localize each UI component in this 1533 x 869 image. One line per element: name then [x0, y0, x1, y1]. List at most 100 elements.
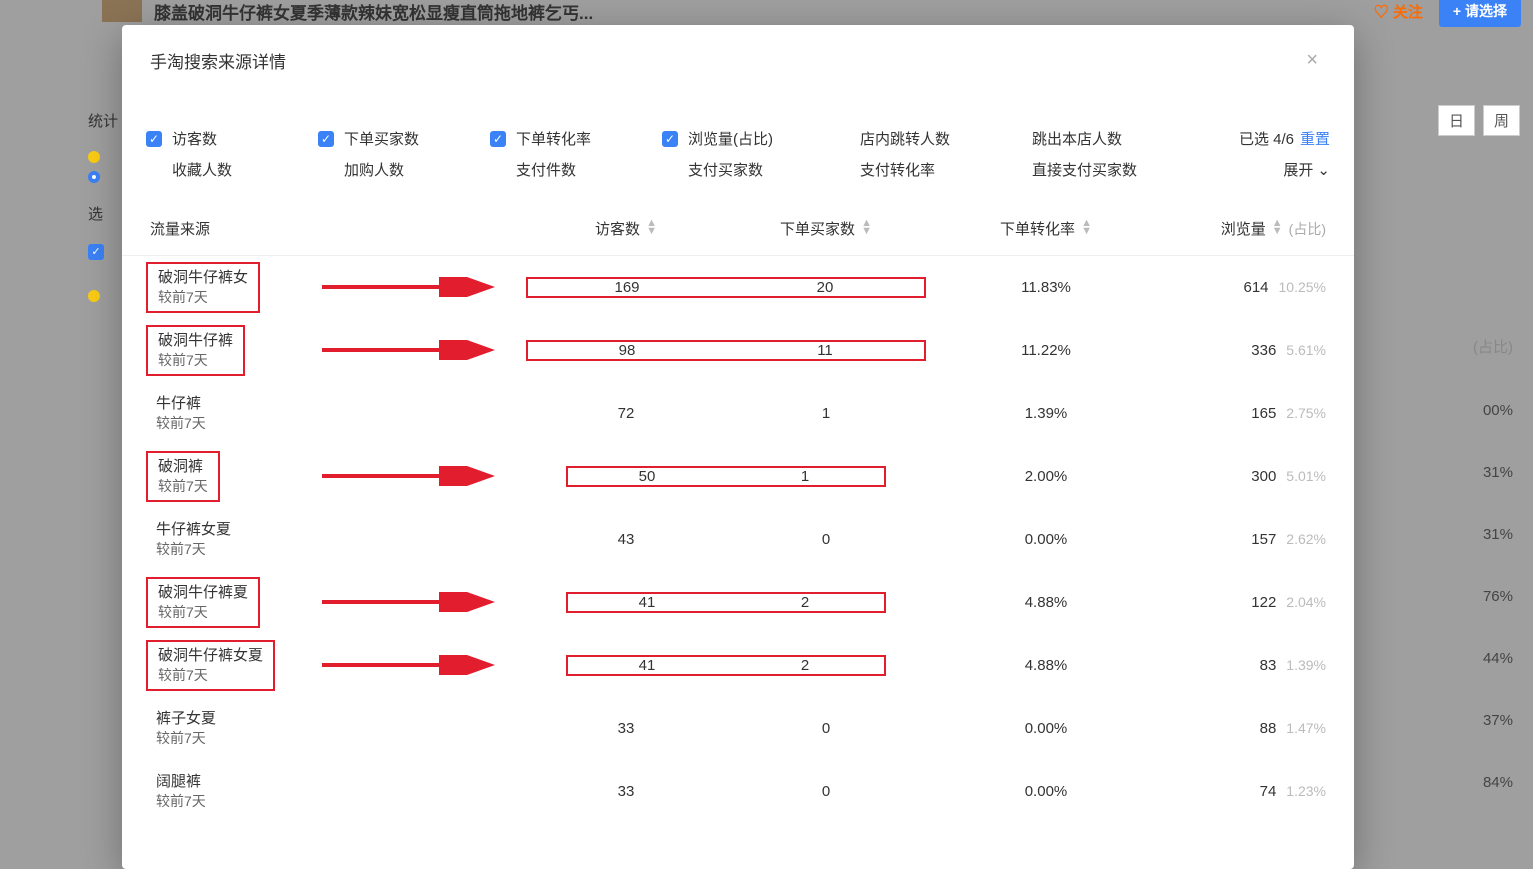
views-cell: 741.23% [1166, 783, 1326, 800]
buyers-value: 0 [726, 531, 926, 548]
rate-value: 4.88% [926, 657, 1166, 674]
visitors-value: 41 [568, 594, 726, 611]
visitors-value: 50 [568, 468, 726, 485]
filter-item[interactable]: ✓下单转化率 [490, 128, 662, 149]
views-value: 614 [1243, 279, 1268, 296]
sort-icon[interactable]: ▲▼ [1272, 220, 1283, 235]
checkbox-icon[interactable]: ✓ [146, 131, 162, 147]
views-value: 336 [1251, 342, 1276, 359]
table-row: 破洞牛仔裤较前7天 9811 11.22% 3365.61% [122, 319, 1354, 382]
keyword-sub: 较前7天 [156, 729, 216, 748]
buyers-value: 1 [726, 405, 926, 422]
filter-item[interactable]: ✓访客数 [146, 128, 318, 149]
table-row: 牛仔裤女夏较前7天 430 0.00% 1572.62% [122, 508, 1354, 571]
rate-value: 0.00% [926, 783, 1166, 800]
keyword-sub: 较前7天 [156, 414, 206, 433]
product-title: 膝盖破洞牛仔裤女夏季薄款辣妹宽松显瘦直筒拖地裤乞丐... [154, 0, 593, 24]
bg-right-strip: 日 周 (占比)00%31%31%76%44%37%84% [1438, 105, 1533, 791]
buyers-value: 0 [726, 783, 926, 800]
filter-item[interactable]: 店内跳转人数 [834, 128, 1006, 149]
views-cell: 1652.75% [1166, 405, 1326, 422]
buyers-value: 2 [726, 594, 884, 611]
filter-item[interactable]: 加购人数 [318, 159, 490, 180]
annotation-arrow-icon [322, 466, 502, 486]
reset-link[interactable]: 重置 [1300, 128, 1330, 149]
views-cell: 3005.01% [1166, 468, 1326, 485]
close-button[interactable]: × [1298, 45, 1326, 76]
select-plan-button[interactable]: + 请选择 [1439, 0, 1521, 27]
visitors-value: 33 [526, 783, 726, 800]
bg-row-pct: 84% [1438, 774, 1513, 791]
keyword-sub: 较前7天 [158, 288, 248, 307]
filter-item[interactable]: 支付件数 [490, 159, 662, 180]
heart-icon: ♡ [1374, 4, 1393, 21]
filter-item[interactable]: 支付买家数 [662, 159, 834, 180]
source-cell: 破洞牛仔裤较前7天 [146, 325, 526, 376]
keyword-sub: 较前7天 [156, 792, 206, 811]
sort-icon[interactable]: ▲▼ [861, 220, 872, 235]
keyword: 破洞裤较前7天 [158, 457, 208, 496]
filter-item[interactable]: 直接支付买家数 [1006, 159, 1178, 180]
value-pair: 330 [526, 783, 926, 800]
bg-row-pct: 76% [1438, 588, 1513, 605]
keyword: 破洞牛仔裤较前7天 [158, 331, 233, 370]
visitors-value: 98 [528, 342, 726, 359]
filter-item[interactable]: ✓浏览量(占比) [662, 128, 834, 149]
buyers-value: 2 [726, 657, 884, 674]
keyword-box: 阔腿裤较前7天 [146, 768, 216, 815]
checkbox-checked-icon: ✓ [88, 244, 104, 260]
views-cell: 3365.61% [1166, 342, 1326, 359]
col-visitors[interactable]: 访客数▲▼ [526, 218, 726, 239]
col-buyers[interactable]: 下单买家数▲▼ [726, 218, 926, 239]
visitors-value: 169 [528, 279, 726, 296]
product-thumb [102, 0, 142, 22]
value-pair: 9811 [526, 340, 926, 361]
checkbox-icon[interactable]: ✓ [662, 131, 678, 147]
source-cell: 破洞裤较前7天 [146, 451, 526, 502]
buyers-value: 0 [726, 720, 926, 737]
bg-ratio-header: (占比) [1438, 336, 1513, 357]
filter-item[interactable]: 收藏人数 [146, 159, 318, 180]
favorite-button[interactable]: ♡ 关注 [1374, 1, 1423, 22]
dot-icon [88, 290, 100, 302]
col-views[interactable]: 浏览量▲▼(占比) [1166, 218, 1326, 239]
rate-value: 2.00% [926, 468, 1166, 485]
rate-value: 11.22% [926, 342, 1166, 359]
annotation-arrow-icon [322, 340, 502, 360]
table-row: 破洞牛仔裤女夏较前7天 412 4.88% 831.39% [122, 634, 1354, 697]
modal-header: 手淘搜索来源详情 × [122, 25, 1354, 86]
views-ratio: 2.04% [1286, 594, 1326, 610]
buyers-value: 20 [726, 279, 924, 296]
rate-value: 11.83% [926, 279, 1166, 296]
stats-label: 统计 [88, 110, 118, 131]
keyword-sub: 较前7天 [158, 666, 263, 685]
bg-row-pct: 31% [1438, 526, 1513, 543]
sort-icon[interactable]: ▲▼ [1081, 220, 1092, 235]
views-cell: 881.47% [1166, 720, 1326, 737]
bg-row-pct: 31% [1438, 464, 1513, 481]
filter-item[interactable]: ✓下单买家数 [318, 128, 490, 149]
source-cell: 阔腿裤较前7天 [146, 768, 526, 815]
annotation-arrow-icon [322, 277, 502, 297]
views-value: 157 [1251, 531, 1276, 548]
keyword-sub: 较前7天 [158, 351, 233, 370]
views-value: 165 [1251, 405, 1276, 422]
checkbox-icon[interactable]: ✓ [318, 131, 334, 147]
tab-week[interactable]: 周 [1483, 105, 1520, 136]
value-pair: 412 [566, 592, 886, 613]
selected-count: 已选 4/6重置 [1239, 128, 1330, 149]
col-rate[interactable]: 下单转化率▲▼ [926, 218, 1166, 239]
checkbox-icon[interactable]: ✓ [490, 131, 506, 147]
filter-item[interactable]: 跳出本店人数 [1006, 128, 1178, 149]
dot-icon [88, 151, 100, 163]
table-row: 裤子女夏较前7天 330 0.00% 881.47% [122, 697, 1354, 760]
filter-item[interactable]: 支付转化率 [834, 159, 1006, 180]
sort-icon[interactable]: ▲▼ [646, 220, 657, 235]
select-label: 选 [88, 203, 118, 224]
tab-day[interactable]: 日 [1438, 105, 1475, 136]
visitors-value: 33 [526, 720, 726, 737]
expand-toggle[interactable]: 展开⌄ [1283, 159, 1330, 180]
source-cell: 牛仔裤女夏较前7天 [146, 516, 526, 563]
col-source: 流量来源 [146, 218, 526, 239]
modal: 手淘搜索来源详情 × ✓访客数✓下单买家数✓下单转化率✓浏览量(占比)店内跳转人… [122, 25, 1354, 869]
